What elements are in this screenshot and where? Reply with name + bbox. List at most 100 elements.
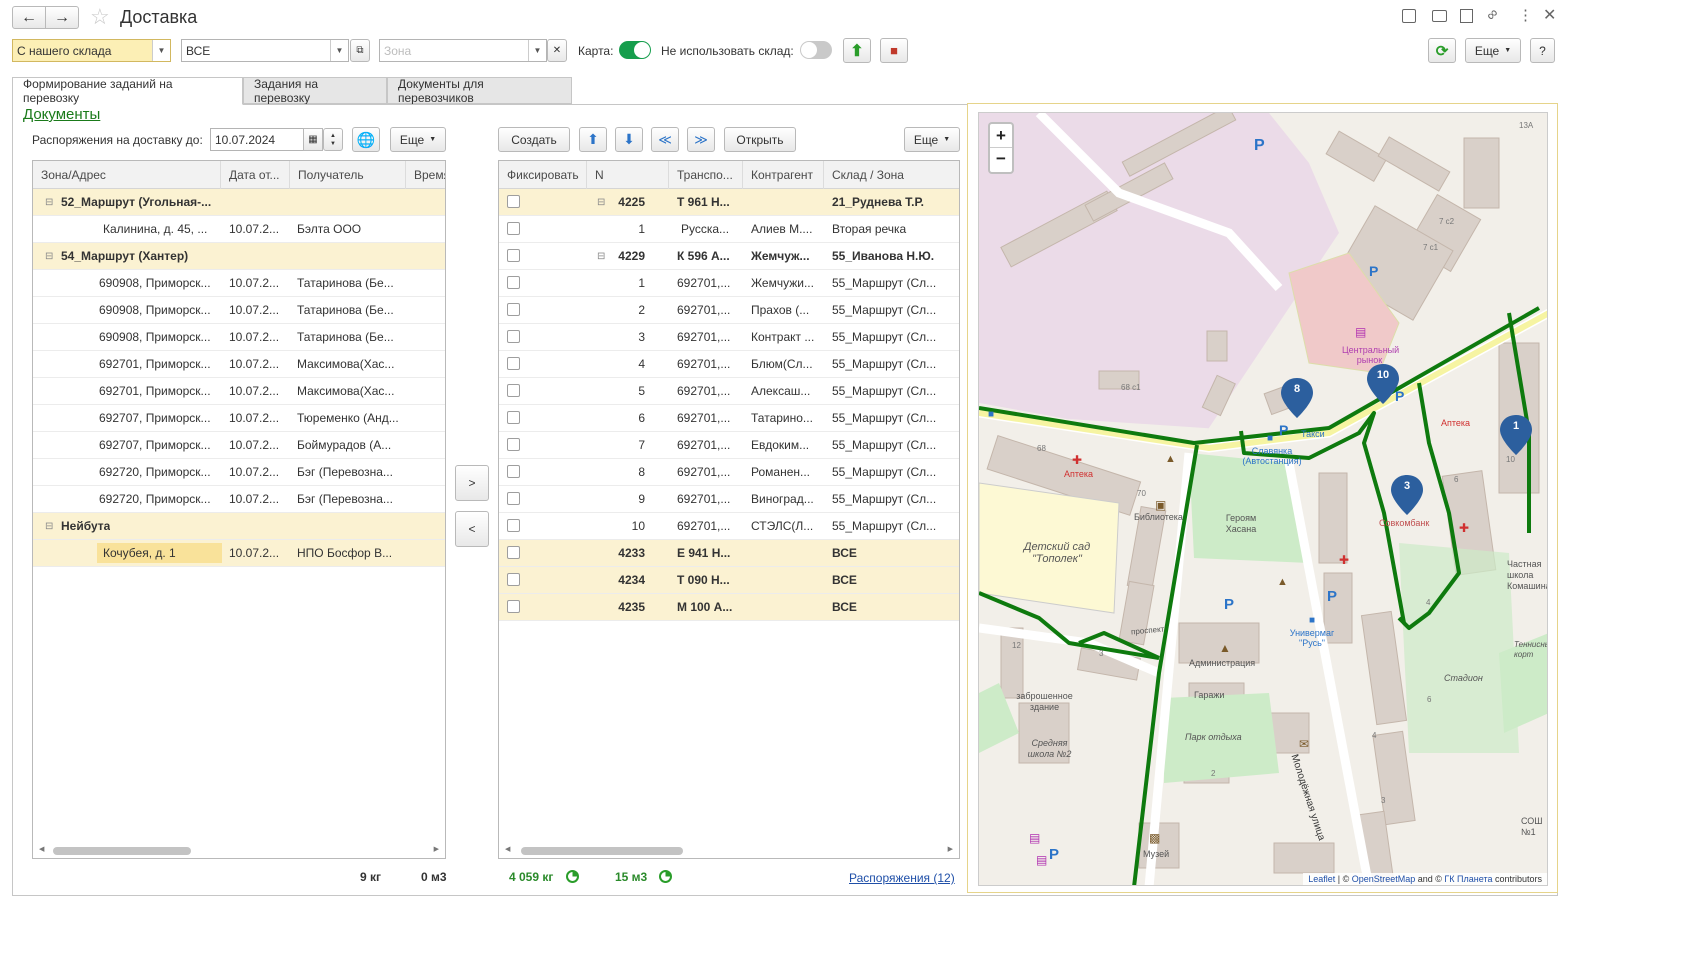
fix-checkbox[interactable] bbox=[507, 411, 520, 424]
fix-checkbox[interactable] bbox=[507, 600, 520, 613]
more-vert-icon[interactable]: ⋮ bbox=[1518, 6, 1533, 24]
task-row[interactable]: 4235 М 100 А... ВСЕ bbox=[499, 594, 959, 621]
column-n[interactable]: N bbox=[587, 161, 669, 189]
task-item-row[interactable]: 4 692701,... Блюм(Сл... 55_Маршрут (Сл... bbox=[499, 351, 959, 378]
scroll-right-icon[interactable]: ▶ bbox=[434, 845, 439, 853]
fix-checkbox[interactable] bbox=[507, 357, 520, 370]
table-row[interactable]: 692720, Приморск... 10.07.2... Бэг (Перево… bbox=[33, 486, 445, 513]
table-row[interactable]: 692707, Приморск... 10.07.2... Тюременко (… bbox=[33, 405, 445, 432]
preview-icon[interactable] bbox=[1460, 9, 1473, 23]
zone-field[interactable]: Зона ▼ bbox=[379, 39, 547, 62]
tab-forming-tasks[interactable]: Формирование заданий на перевозку bbox=[12, 77, 243, 105]
zoom-in-button[interactable]: + bbox=[990, 124, 1012, 148]
split-button[interactable]: ≪ bbox=[651, 127, 679, 152]
documents-link[interactable]: Документы bbox=[23, 106, 100, 123]
gk-link[interactable]: ГК Планета bbox=[1444, 874, 1492, 884]
map-marker-8[interactable]: 8 bbox=[1289, 383, 1305, 395]
fix-checkbox[interactable] bbox=[507, 465, 520, 478]
column-warehouse-zone[interactable]: Склад / Зона bbox=[824, 161, 959, 189]
fix-checkbox[interactable] bbox=[507, 195, 520, 208]
fix-checkbox[interactable] bbox=[507, 222, 520, 235]
table-row[interactable]: 692701, Приморск... 10.07.2... Максимова(Х… bbox=[33, 351, 445, 378]
back-button[interactable]: ← bbox=[12, 6, 46, 29]
close-icon[interactable]: ✕ bbox=[1543, 5, 1556, 25]
create-button[interactable]: Создать bbox=[498, 127, 570, 152]
task-row[interactable]: ⊟ 4225 Т 961 Н... 21_Руднева Т.Р. bbox=[499, 189, 959, 216]
merge-button[interactable]: ≫ bbox=[687, 127, 715, 152]
scroll-right-icon[interactable]: ▶ bbox=[948, 845, 953, 853]
warehouse-mode-select[interactable]: С нашего склада ▼ bbox=[12, 39, 171, 62]
tab-transport-tasks[interactable]: Задания на перевозку bbox=[243, 77, 387, 105]
save-icon[interactable] bbox=[1402, 9, 1416, 23]
help-button[interactable]: ? bbox=[1530, 38, 1555, 63]
print-icon[interactable] bbox=[1432, 10, 1447, 22]
globe-button[interactable]: 🌐 bbox=[352, 127, 380, 152]
table-row[interactable]: 692707, Приморск... 10.07.2... Боймурадов … bbox=[33, 432, 445, 459]
filter-select[interactable]: ВСЕ ▼ bbox=[181, 39, 349, 62]
calendar-button[interactable]: ▦ bbox=[303, 128, 323, 151]
left-more-button[interactable]: Еще ▼ bbox=[390, 127, 446, 152]
open-button[interactable]: Открыть bbox=[724, 127, 796, 152]
map[interactable]: 8 10 1 3 P P P P P P P ✚ ✚ ✚ ▲ ▲ ▣ ▲ ✉ ▩… bbox=[978, 112, 1548, 886]
table-row[interactable]: Кочубея, д. 1 10.07.2... НПО Босфор В... bbox=[33, 540, 445, 567]
tab-carrier-documents[interactable]: Документы для перевозчиков bbox=[387, 77, 572, 105]
fix-checkbox[interactable] bbox=[507, 384, 520, 397]
task-item-row[interactable]: 5 692701,... Алексаш... 55_Маршрут (Сл... bbox=[499, 378, 959, 405]
map-toggle[interactable] bbox=[619, 41, 651, 59]
map-marker-1[interactable]: 1 bbox=[1508, 420, 1524, 432]
fix-checkbox[interactable] bbox=[507, 546, 520, 559]
fix-checkbox[interactable] bbox=[507, 249, 520, 262]
clear-zone-button[interactable]: ✕ bbox=[547, 39, 567, 62]
right-more-button[interactable]: Еще ▼ bbox=[904, 127, 960, 152]
upload-button[interactable]: ⬆ bbox=[843, 38, 871, 63]
column-transport[interactable]: Транспо... bbox=[669, 161, 743, 189]
fix-checkbox[interactable] bbox=[507, 492, 520, 505]
chevron-down-icon[interactable]: ▼ bbox=[330, 40, 348, 61]
forward-button[interactable]: → bbox=[45, 6, 79, 29]
task-item-row[interactable]: 1 Русска... Алиев М.... Вторая речка bbox=[499, 216, 959, 243]
scroll-left-icon[interactable]: ◀ bbox=[39, 845, 44, 853]
task-item-row[interactable]: 2 692701,... Прахов (... 55_Маршрут (Сл... bbox=[499, 297, 959, 324]
collapse-icon[interactable]: ⊟ bbox=[39, 243, 53, 270]
table-row[interactable]: 692720, Приморск... 10.07.2... Бэг (Перево… bbox=[33, 459, 445, 486]
task-item-row[interactable]: 3 692701,... Контракт ... 55_Маршрут (Сл... bbox=[499, 324, 959, 351]
scroll-left-icon[interactable]: ◀ bbox=[505, 845, 510, 853]
fix-checkbox[interactable] bbox=[507, 303, 520, 316]
move-right-button[interactable]: > bbox=[455, 465, 489, 501]
task-row[interactable]: 4234 Т 090 Н... ВСЕ bbox=[499, 567, 959, 594]
date-field[interactable]: 10.07.2024 bbox=[210, 128, 304, 151]
fix-checkbox[interactable] bbox=[507, 276, 520, 289]
column-counterparty[interactable]: Контрагент bbox=[743, 161, 824, 189]
osm-link[interactable]: OpenStreetMap bbox=[1352, 874, 1416, 884]
horizontal-scrollbar[interactable]: ◀ ▶ bbox=[33, 844, 445, 858]
column-time[interactable]: Время bbox=[406, 161, 445, 189]
column-date[interactable]: Дата от... bbox=[221, 161, 290, 189]
move-up-button[interactable]: ⬆ bbox=[579, 127, 607, 152]
table-row[interactable]: 690908, Приморск... 10.07.2... Татаринова … bbox=[33, 297, 445, 324]
orders-link[interactable]: Распоряжения (12) bbox=[849, 871, 955, 885]
group-row[interactable]: ⊟ 54_Маршрут (Хантер) bbox=[33, 243, 445, 270]
table-row[interactable]: 692701, Приморск... 10.07.2... Максимова(Х… bbox=[33, 378, 445, 405]
column-recipient[interactable]: Получатель bbox=[290, 161, 406, 189]
map-marker-10[interactable]: 10 bbox=[1375, 369, 1391, 381]
fix-checkbox[interactable] bbox=[507, 573, 520, 586]
group-row[interactable]: ⊟ 52_Маршрут (Угольная-... bbox=[33, 189, 445, 216]
refresh-button[interactable]: ⟳ bbox=[1428, 38, 1456, 63]
table-row[interactable]: 690908, Приморск... 10.07.2... Татаринова … bbox=[33, 270, 445, 297]
open-filter-button[interactable]: ⧉ bbox=[350, 39, 370, 62]
task-item-row[interactable]: 10 692701,... СТЭЛС(Л... 55_Маршрут (Сл... bbox=[499, 513, 959, 540]
star-icon[interactable]: ☆ bbox=[90, 4, 110, 30]
chevron-down-icon[interactable]: ▼ bbox=[152, 40, 170, 61]
group-row[interactable]: ⊟ Нейбута bbox=[33, 513, 445, 540]
chevron-down-icon[interactable]: ▼ bbox=[528, 40, 546, 61]
more-button[interactable]: Еще ▼ bbox=[1465, 38, 1521, 63]
task-item-row[interactable]: 8 692701,... Романен... 55_Маршрут (Сл... bbox=[499, 459, 959, 486]
task-item-row[interactable]: 6 692701,... Татарино... 55_Маршрут (Сл... bbox=[499, 405, 959, 432]
column-fix[interactable]: Фиксировать bbox=[499, 161, 587, 189]
move-left-button[interactable]: < bbox=[455, 511, 489, 547]
fix-checkbox[interactable] bbox=[507, 519, 520, 532]
task-row[interactable]: 4233 Е 941 Н... ВСЕ bbox=[499, 540, 959, 567]
date-spinner[interactable]: ▲ ▼ bbox=[323, 128, 343, 151]
column-zone-address[interactable]: Зона/Адрес bbox=[33, 161, 221, 189]
collapse-icon[interactable]: ⊟ bbox=[39, 513, 53, 540]
